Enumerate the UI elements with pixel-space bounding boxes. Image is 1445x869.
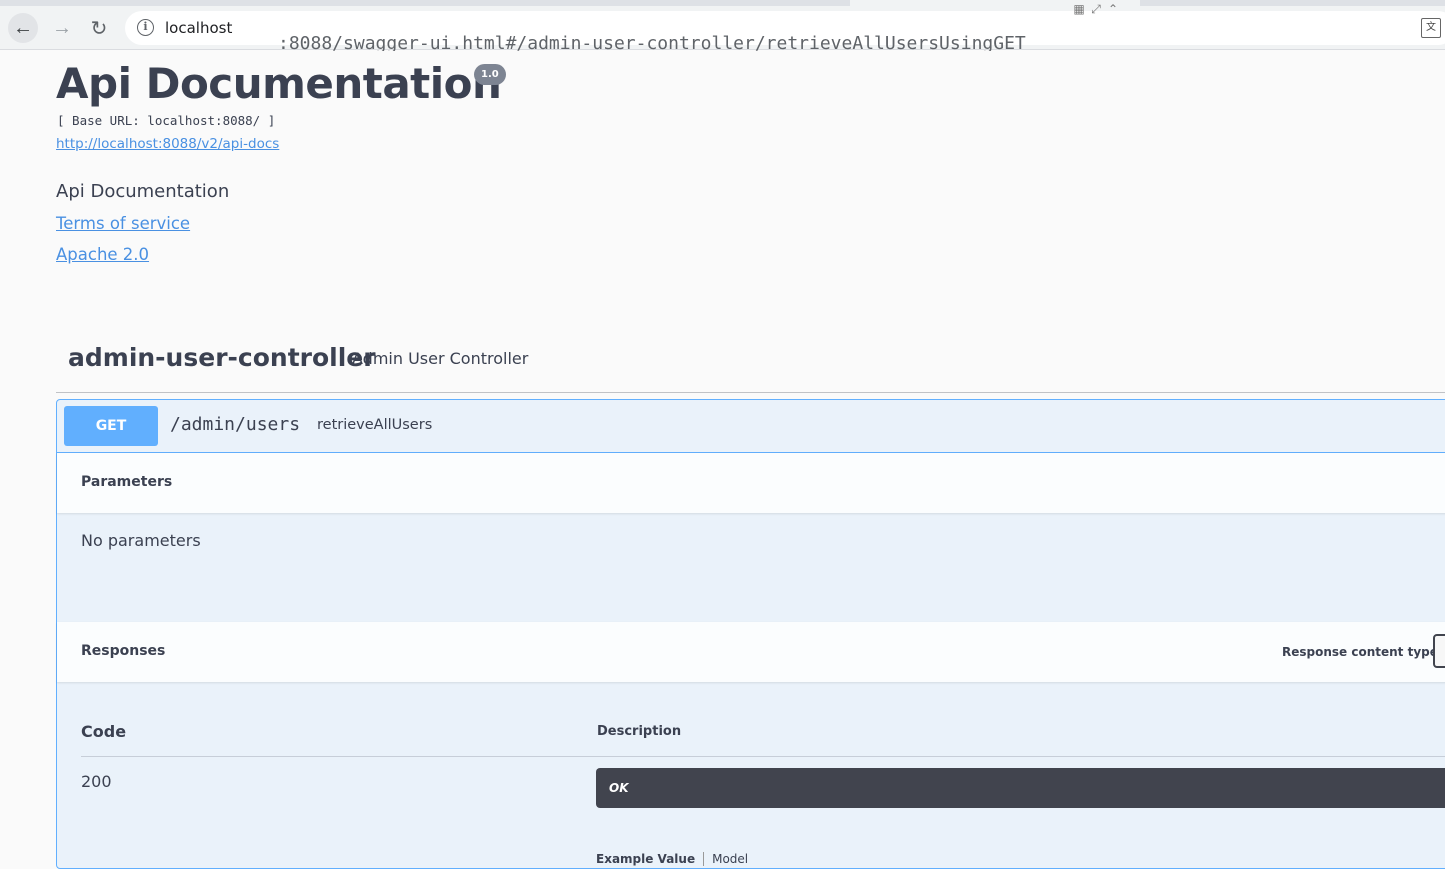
response-content-type-select[interactable] xyxy=(1433,634,1445,668)
tab-strip xyxy=(0,0,1445,6)
tab-example-value[interactable]: Example Value xyxy=(596,852,695,866)
tag-description: Admin User Controller xyxy=(352,349,529,368)
description-column-header: Description xyxy=(597,724,682,739)
tab-separator xyxy=(703,852,705,866)
expand-icon[interactable]: ⤢ xyxy=(1089,2,1103,16)
responses-header: Responses Response content type xyxy=(57,622,1445,682)
swagger-page: Api Documentation 1.0 [ Base URL: localh… xyxy=(0,51,1445,869)
no-parameters-text: No parameters xyxy=(81,531,201,550)
response-code: 200 xyxy=(81,772,112,791)
arrow-right-icon: → xyxy=(52,16,72,39)
arrow-left-icon: ← xyxy=(13,16,33,39)
translate-icon[interactable]: 文 xyxy=(1421,18,1441,38)
response-description: OK xyxy=(609,781,629,795)
operation-path: /admin/users xyxy=(170,414,301,435)
url-text[interactable]: localhost:8088/swagger-ui.html#/admin-us… xyxy=(165,19,1026,54)
operation-summary-text: retrieveAllUsers xyxy=(317,417,433,433)
grid-icon[interactable]: ▦ xyxy=(1072,2,1086,16)
table-divider xyxy=(81,756,1445,757)
parameters-title: Parameters xyxy=(81,474,173,490)
http-method-badge: GET xyxy=(64,406,158,446)
api-docs-link[interactable]: http://localhost:8088/v2/api-docs xyxy=(56,136,279,152)
chevron-up-icon[interactable]: ⌃ xyxy=(1106,2,1120,16)
url-host: localhost xyxy=(165,19,233,37)
tag-header[interactable]: admin-user-controller Admin User Control… xyxy=(56,341,1445,393)
info-icon[interactable]: i xyxy=(137,19,154,36)
back-button[interactable]: ← xyxy=(8,13,38,43)
tab-model[interactable]: Model xyxy=(712,852,748,866)
page-title: Api Documentation xyxy=(56,59,502,108)
reload-icon: ↻ xyxy=(90,17,108,40)
api-description: Api Documentation xyxy=(56,181,230,202)
code-column-header: Code xyxy=(81,722,127,741)
base-url: [ Base URL: localhost:8088/ ] xyxy=(57,113,276,128)
version-badge: 1.0 xyxy=(474,64,506,85)
license-link[interactable]: Apache 2.0 xyxy=(56,245,149,264)
operation-block: GET /admin/users retrieveAllUsers Parame… xyxy=(56,399,1445,869)
example-model-tabs: Example Value Model xyxy=(596,852,748,866)
operation-summary[interactable]: GET /admin/users retrieveAllUsers xyxy=(57,400,1445,453)
window-mini-controls: ▦ ⤢ ⌃ xyxy=(1072,2,1120,16)
responses-title: Responses xyxy=(81,643,166,659)
tag-name[interactable]: admin-user-controller xyxy=(68,343,376,372)
browser-toolbar: ← → ↻ i localhost:8088/swagger-ui.html#/… xyxy=(0,0,1445,54)
forward-button[interactable]: → xyxy=(47,13,77,43)
terms-of-service-link[interactable]: Terms of service xyxy=(56,214,190,233)
response-description-box: OK xyxy=(596,768,1445,808)
parameters-header: Parameters xyxy=(57,453,1445,513)
reload-button[interactable]: ↻ xyxy=(84,13,114,43)
response-content-type-label: Response content type xyxy=(1282,645,1438,659)
address-bar[interactable]: i localhost:8088/swagger-ui.html#/admin-… xyxy=(125,11,1445,54)
